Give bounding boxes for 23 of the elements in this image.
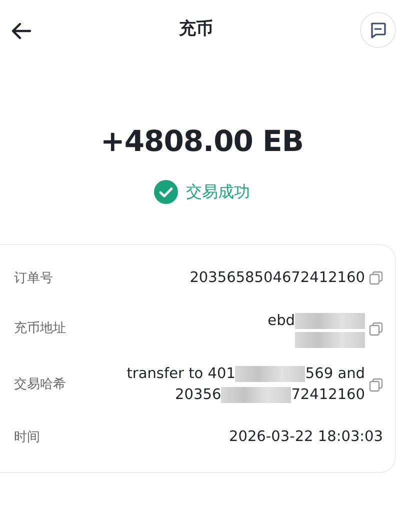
copy-icon[interactable] [369,322,383,336]
copy-icon[interactable] [369,271,383,286]
redaction-mask [295,332,365,348]
detail-label: 订单号 [14,270,54,288]
detail-value: ebd [268,312,295,330]
detail-value: 2035658504672412160 [190,268,365,288]
status-text: 交易成功 [186,180,250,202]
message-button[interactable] [360,12,396,48]
page-title: 充币 [179,18,213,42]
redaction-mask [295,313,365,329]
copy-icon[interactable] [369,378,383,392]
detail-value: 72412160 [291,386,365,405]
detail-value: transfer to 401 [126,364,236,384]
message-icon [369,21,387,39]
detail-label: 时间 [14,428,41,447]
detail-value: 20356 [175,386,222,405]
detail-label: 交易哈希 [14,376,67,394]
detail-value: 569 and [305,364,365,384]
amount-text: +4808.00 EB [100,123,304,160]
detail-label: 充币地址 [14,320,67,338]
detail-value: 2026-03-22 18:03:03 [229,428,383,448]
redaction-mask [235,366,306,382]
redaction-mask [221,387,292,404]
